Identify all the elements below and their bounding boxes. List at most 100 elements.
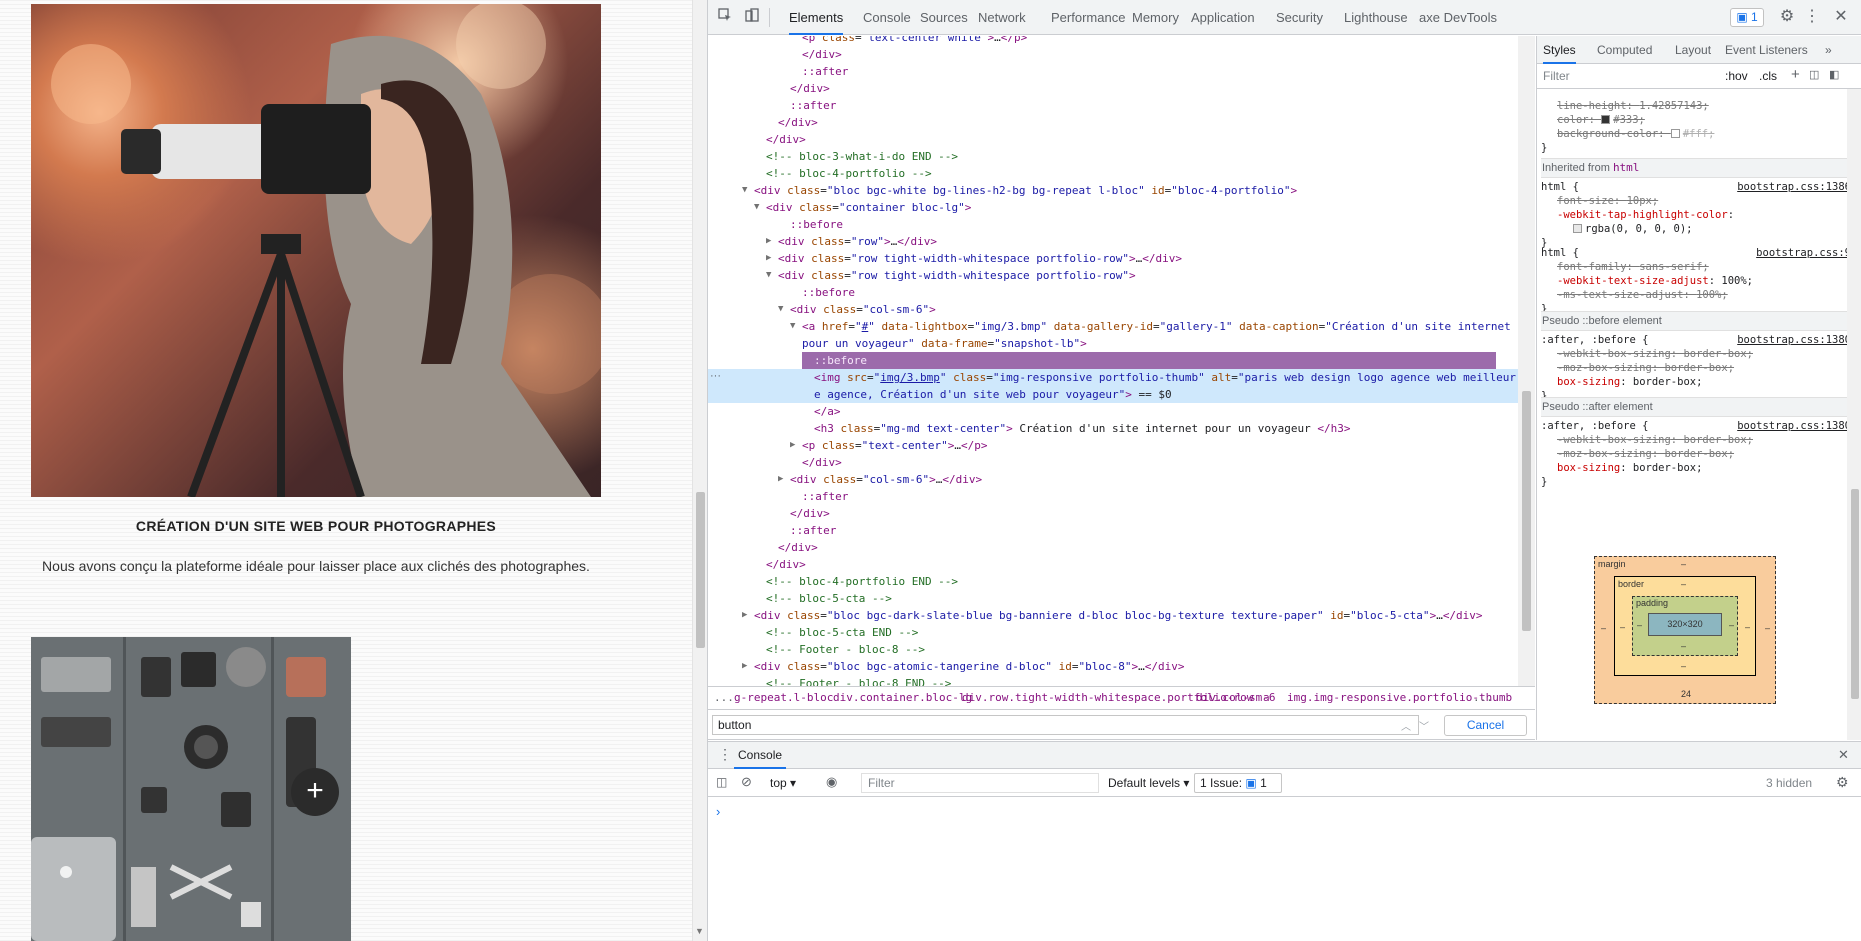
- live-expression-eye-icon[interactable]: ◉: [826, 774, 837, 790]
- sidebar-toggle-icon[interactable]: ◧: [1829, 68, 1839, 81]
- clear-console-icon[interactable]: ⊘: [741, 774, 752, 790]
- styles-tab-more[interactable]: »: [1825, 36, 1832, 64]
- stylesheet-source-link[interactable]: bootstrap.css:1386: [1737, 180, 1847, 194]
- expand-triangle-icon[interactable]: ▶: [790, 437, 800, 454]
- css-declaration[interactable]: -webkit-tap-highlight-color:: [1541, 208, 1847, 222]
- dom-node-line[interactable]: ▶ <div class="col-sm-6">…</div>: [708, 471, 1518, 488]
- breadcrumb-item[interactable]: div.container.bloc-lg: [833, 687, 972, 709]
- dom-node-line[interactable]: ▼ <div class="container bloc-lg">: [708, 199, 1518, 216]
- collapse-triangle-icon[interactable]: ▼: [754, 199, 764, 216]
- photographer-photo[interactable]: [31, 4, 601, 497]
- collapse-triangle-icon[interactable]: ▼: [766, 267, 776, 284]
- breadcrumb-item[interactable]: g-repeat.l-bloc: [734, 687, 833, 709]
- dom-search-input[interactable]: button: [712, 715, 1419, 735]
- add-rule-icon[interactable]: +: [1791, 66, 1800, 83]
- computed-toggle-icon[interactable]: ◫: [1809, 68, 1819, 81]
- breadcrumb-item[interactable]: ...: [714, 687, 734, 709]
- expand-triangle-icon[interactable]: ▶: [766, 233, 776, 250]
- tab-memory[interactable]: Memory: [1132, 0, 1179, 35]
- console-prompt-icon[interactable]: ›: [716, 804, 720, 819]
- css-declaration[interactable]: -webkit-box-sizing: border-box;: [1541, 347, 1847, 361]
- css-declaration[interactable]: -moz-box-sizing: border-box;: [1541, 361, 1847, 375]
- dom-node-line[interactable]: <p class="text-center white">…</p>: [708, 36, 1518, 46]
- dom-node-line[interactable]: ::after: [708, 97, 1518, 114]
- tab-axe-devtools[interactable]: axe DevTools: [1419, 0, 1497, 35]
- dom-node-line[interactable]: </a>: [708, 403, 1518, 420]
- css-selector[interactable]: html {: [1541, 181, 1579, 193]
- css-selector[interactable]: html {: [1541, 247, 1579, 259]
- dom-node-line[interactable]: ▶ <div class="bloc bgc-atomic-tangerine d…: [708, 658, 1518, 675]
- page-scrollbar[interactable]: ▼: [692, 0, 707, 941]
- dom-node-line[interactable]: ▼ <div class="row tight-width-whitespace …: [708, 267, 1518, 284]
- collapse-triangle-icon[interactable]: ▼: [778, 301, 788, 318]
- context-selector[interactable]: top ▾: [770, 769, 796, 797]
- search-next-icon[interactable]: ﹀: [1419, 718, 1429, 733]
- close-devtools-icon[interactable]: ✕: [1832, 8, 1850, 26]
- styles-tab-event-listeners[interactable]: Event Listeners: [1725, 36, 1808, 64]
- dom-node-line[interactable]: <!-- bloc-5-cta END -->: [708, 624, 1518, 641]
- scroll-down-arrow-icon[interactable]: ▼: [695, 926, 704, 936]
- console-drawer-tab[interactable]: Console: [734, 742, 787, 769]
- color-swatch-icon[interactable]: [1601, 115, 1611, 124]
- hover-state-toggle[interactable]: :hov: [1725, 69, 1748, 83]
- dom-tree-scrollbar[interactable]: [1518, 36, 1535, 686]
- styles-scrollbar[interactable]: [1847, 89, 1861, 740]
- color-swatch-icon[interactable]: [1573, 224, 1582, 233]
- css-declaration[interactable]: rgba(0, 0, 0, 0);: [1541, 222, 1847, 236]
- log-levels-dropdown[interactable]: Default levels ▾: [1108, 769, 1189, 797]
- inspect-element-icon[interactable]: [716, 8, 734, 26]
- dom-node-line[interactable]: ::after: [708, 488, 1518, 505]
- dom-node-line[interactable]: </div>: [708, 80, 1518, 97]
- dom-node-line[interactable]: ▼ <div class="col-sm-6">: [708, 301, 1518, 318]
- page-scroll-thumb[interactable]: [696, 492, 705, 648]
- dom-node-line[interactable]: <!-- Footer - bloc-8 -->: [708, 641, 1518, 658]
- console-issues-button[interactable]: 1 Issue: ▣ 1: [1194, 773, 1282, 793]
- console-filter-input[interactable]: Filter: [861, 773, 1099, 793]
- css-declaration[interactable]: box-sizing: border-box;: [1541, 375, 1847, 389]
- collapse-triangle-icon[interactable]: ▼: [790, 318, 800, 335]
- expand-triangle-icon[interactable]: ▶: [778, 471, 788, 488]
- dom-node-line[interactable]: ::before: [708, 216, 1518, 233]
- stylesheet-source-link[interactable]: bootstrap.css:9: [1756, 246, 1847, 260]
- dom-node-line[interactable]: ::after: [708, 63, 1518, 80]
- dom-node-line[interactable]: ▶ <p class="text-center">…</p>: [708, 437, 1518, 454]
- css-declaration[interactable]: line-height: 1.42857143;: [1541, 99, 1847, 113]
- dom-node-line[interactable]: </div>: [708, 46, 1518, 63]
- collapse-triangle-icon[interactable]: ▼: [742, 182, 752, 199]
- console-sidebar-icon[interactable]: ◫: [716, 775, 727, 789]
- tab-elements[interactable]: Elements: [789, 0, 844, 35]
- search-cancel-button[interactable]: Cancel: [1444, 715, 1527, 736]
- dom-tree-scroll-thumb[interactable]: [1522, 391, 1531, 631]
- expand-triangle-icon[interactable]: ▶: [766, 250, 776, 267]
- expand-lightbox-button[interactable]: +: [291, 768, 339, 816]
- issues-badge-button[interactable]: ▣ 1: [1730, 8, 1764, 27]
- dom-node-line[interactable]: <!-- bloc-3-what-i-do END -->: [708, 148, 1518, 165]
- dom-node-line[interactable]: ▶ <div class="row">…</div>: [708, 233, 1518, 250]
- dom-node-line[interactable]: <h3 class="mg-md text-center"> Création …: [708, 420, 1518, 437]
- drawer-menu-icon[interactable]: ⋮: [718, 746, 732, 763]
- tab-lighthouse[interactable]: Lighthouse: [1344, 0, 1408, 35]
- dom-node-line[interactable]: <!-- bloc-5-cta -->: [708, 590, 1518, 607]
- selected-dom-node[interactable]: <img src="img/3.bmp" class="img-responsi…: [708, 369, 1518, 386]
- dom-node-line[interactable]: ▼ <a href="#" data-lightbox="img/3.bmp" d…: [708, 318, 1518, 335]
- css-declaration[interactable]: -webkit-text-size-adjust: 100%;: [1541, 274, 1847, 288]
- css-declaration[interactable]: font-size: 10px;: [1541, 194, 1847, 208]
- tab-console[interactable]: Console: [863, 0, 911, 35]
- styles-tab-computed[interactable]: Computed: [1597, 36, 1652, 64]
- dom-node-line[interactable]: <!-- bloc-4-portfolio END -->: [708, 573, 1518, 590]
- dom-node-line[interactable]: ▶ <div class="row tight-width-whitespace …: [708, 250, 1518, 267]
- dom-node-line[interactable]: ▶ <div class="bloc bgc-dark-slate-blue bg…: [708, 607, 1518, 624]
- dom-node-line[interactable]: ::before: [708, 284, 1518, 301]
- close-drawer-icon[interactable]: ✕: [1838, 747, 1849, 763]
- styles-scroll-thumb[interactable]: [1851, 489, 1859, 699]
- tab-application[interactable]: Application: [1191, 0, 1255, 35]
- breadcrumb-item[interactable]: a: [1263, 687, 1270, 709]
- css-declaration[interactable]: color: #333;: [1541, 113, 1847, 127]
- dom-node-line[interactable]: </div>: [708, 131, 1518, 148]
- css-selector[interactable]: :after, :before {: [1541, 334, 1648, 346]
- tab-sources[interactable]: Sources: [920, 0, 968, 35]
- stylesheet-source-link[interactable]: bootstrap.css:1380: [1737, 419, 1847, 433]
- more-options-icon[interactable]: ⋮: [1803, 8, 1821, 26]
- dom-node-line[interactable]: <!-- bloc-4-portfolio -->: [708, 165, 1518, 182]
- box-model-content[interactable]: 320×320: [1648, 613, 1722, 636]
